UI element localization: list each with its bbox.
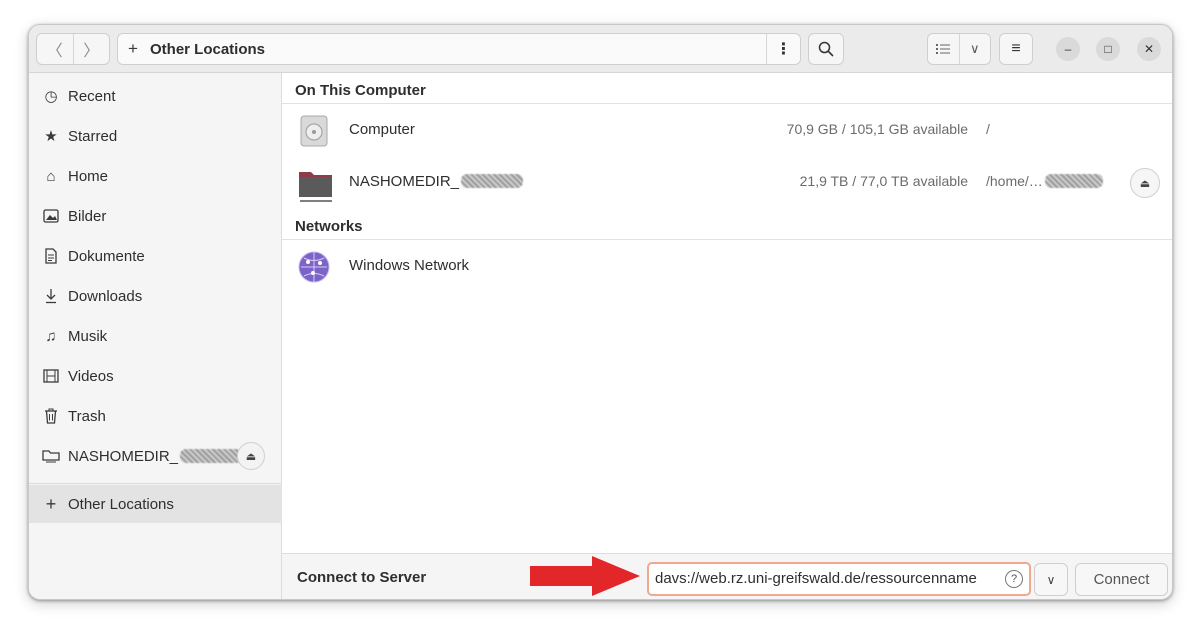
location-space: 70,9 GB / 105,1 GB available — [786, 121, 968, 137]
search-icon — [818, 41, 834, 57]
sidebar-item-label: Musik — [68, 327, 108, 345]
server-address-field[interactable]: ? — [647, 562, 1031, 596]
network-globe-icon — [298, 251, 330, 283]
view-options-button[interactable]: ∨ — [958, 34, 991, 64]
sidebar-item-label: Bilder — [68, 207, 107, 225]
connect-to-server-label: Connect to Server — [297, 569, 427, 586]
eject-button[interactable]: ⏏ — [1130, 168, 1160, 198]
minimize-button[interactable]: – — [1056, 37, 1080, 61]
location-row-windows-network[interactable]: Windows Network — [282, 243, 1172, 291]
eject-icon: ⏏ — [1139, 177, 1151, 190]
sidebar-item-label: Other Locations — [68, 495, 174, 513]
close-icon: ✕ — [1143, 42, 1155, 56]
locations-view: On This Computer Computer 70,9 GB / 105,… — [282, 73, 1172, 553]
help-icon[interactable]: ? — [1005, 570, 1023, 588]
sidebar-item-label: Dokumente — [68, 247, 145, 265]
location-row-computer[interactable]: Computer 70,9 GB / 105,1 GB available / — [282, 107, 1172, 155]
chevron-left-icon: 〈 — [46, 43, 63, 60]
hamburger-icon: ≡ — [1011, 40, 1021, 57]
location-path: / — [986, 121, 990, 137]
connect-button[interactable]: Connect — [1075, 563, 1168, 596]
sidebar-item-bilder[interactable]: Bilder — [29, 197, 282, 235]
sidebar-item-dokumente[interactable]: Dokumente — [29, 237, 282, 275]
sidebar-item-label: NASHOMEDIR_ — [68, 447, 243, 465]
location-path: /home/… — [986, 173, 1103, 189]
section-header-on-this-computer: On This Computer — [295, 82, 426, 99]
section-divider — [282, 239, 1172, 240]
file-chooser-window: 〈 〉 + Other Locations ⋮ ∨ ≡ – □ ✕ ◷ Rece… — [28, 24, 1173, 600]
sidebar: ◷ Recent ★ Starred ⌂ Home Bilder Dokumen… — [29, 73, 282, 599]
connect-to-server-bar: Connect to Server ? ∨ Connect — [282, 553, 1172, 599]
sidebar-item-label: Downloads — [68, 287, 143, 305]
image-icon — [42, 207, 60, 225]
main-menu-button[interactable]: ≡ — [999, 33, 1033, 65]
forward-button[interactable]: 〉 — [72, 34, 110, 64]
network-drive-icon — [42, 447, 60, 465]
maximize-icon: □ — [1104, 42, 1112, 56]
header-bar: 〈 〉 + Other Locations ⋮ ∨ ≡ – □ ✕ — [29, 25, 1172, 73]
annotation-arrow-icon — [530, 556, 640, 596]
sidebar-item-recent[interactable]: ◷ Recent — [29, 77, 282, 115]
document-icon — [42, 247, 60, 265]
server-address-input[interactable] — [655, 570, 995, 587]
sidebar-item-downloads[interactable]: Downloads — [29, 277, 282, 315]
trash-icon — [42, 407, 60, 425]
sidebar-item-other-locations[interactable]: + Other Locations — [29, 485, 282, 523]
redacted-blur — [461, 174, 524, 188]
list-view-icon — [936, 44, 951, 54]
star-icon: ★ — [44, 128, 58, 145]
sidebar-item-label: Trash — [68, 407, 106, 425]
sidebar-item-label: Starred — [68, 127, 118, 145]
redacted-blur — [1044, 174, 1103, 188]
sidebar-item-starred[interactable]: ★ Starred — [29, 117, 282, 155]
sidebar-item-musik[interactable]: ♫ Musik — [29, 317, 282, 355]
music-icon: ♫ — [45, 327, 57, 345]
sidebar-item-trash[interactable]: Trash — [29, 397, 282, 435]
plus-icon: + — [128, 39, 138, 58]
download-icon — [42, 287, 60, 305]
nas-label-text: NASHOMEDIR_ — [68, 447, 179, 465]
close-button[interactable]: ✕ — [1137, 37, 1161, 61]
home-icon: ⌂ — [46, 167, 56, 185]
list-view-button[interactable] — [928, 34, 959, 64]
redacted-blur — [180, 448, 243, 463]
chevron-right-icon: 〉 — [83, 43, 100, 60]
section-divider — [282, 103, 1172, 104]
minimize-icon: – — [1064, 42, 1072, 56]
sidebar-item-home[interactable]: ⌂ Home — [29, 157, 282, 195]
back-button[interactable]: 〈 — [37, 34, 73, 64]
location-space: 21,9 TB / 77,0 TB available — [799, 173, 968, 189]
vertical-dots-icon: ⋮ — [775, 41, 792, 58]
eject-button[interactable]: ⏏ — [237, 442, 265, 470]
maximize-button[interactable]: □ — [1096, 37, 1120, 61]
plus-icon: + — [45, 493, 57, 514]
sidebar-item-label: Recent — [68, 87, 116, 105]
view-toggle-group: ∨ — [927, 33, 991, 65]
harddisk-icon — [298, 115, 330, 147]
section-header-networks: Networks — [295, 218, 363, 235]
video-icon — [42, 367, 60, 385]
network-folder-icon — [298, 167, 332, 202]
chevron-down-icon: ∨ — [969, 41, 980, 56]
eject-icon: ⏏ — [245, 450, 257, 463]
sidebar-item-nashomedir[interactable]: NASHOMEDIR_ ⏏ — [29, 437, 282, 475]
sidebar-item-label: Home — [68, 167, 109, 185]
nas-name-text: NASHOMEDIR_ — [349, 173, 460, 190]
location-row-nashomedir[interactable]: NASHOMEDIR_ 21,9 TB / 77,0 TB available … — [282, 159, 1172, 207]
sidebar-item-label: Videos — [68, 367, 114, 385]
location-bar[interactable]: + Other Locations ⋮ — [117, 33, 801, 65]
location-name: Windows Network — [349, 257, 470, 274]
location-label: Other Locations — [150, 41, 266, 58]
sidebar-item-videos[interactable]: Videos — [29, 357, 282, 395]
sidebar-divider — [29, 483, 282, 484]
chevron-down-icon: ∨ — [1046, 572, 1056, 587]
navigation-buttons: 〈 〉 — [36, 33, 110, 65]
search-button[interactable] — [808, 33, 844, 65]
clock-icon: ◷ — [44, 88, 58, 105]
location-name: NASHOMEDIR_ — [349, 173, 524, 190]
recent-servers-dropdown[interactable]: ∨ — [1034, 563, 1068, 596]
nas-path-text: /home/… — [986, 173, 1043, 189]
location-name: Computer — [349, 121, 415, 138]
location-menu-button[interactable]: ⋮ — [766, 34, 800, 64]
